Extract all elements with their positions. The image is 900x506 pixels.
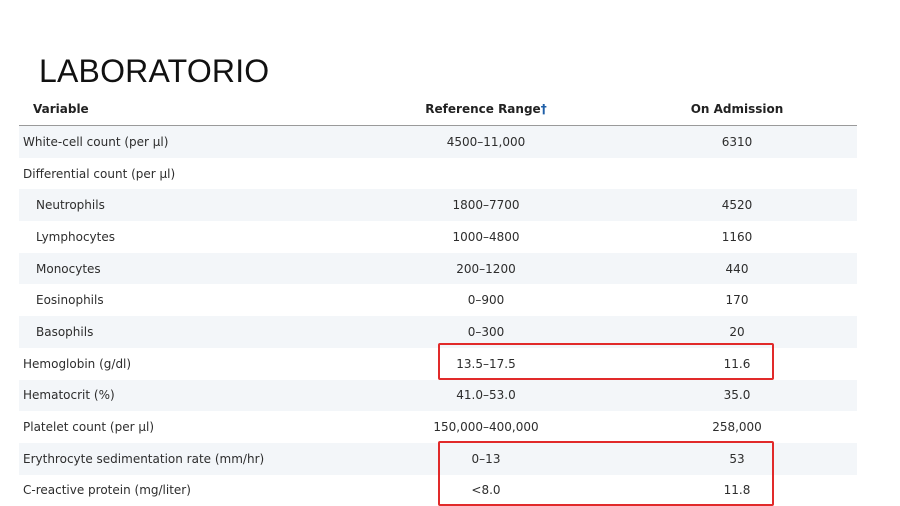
row-reference-range: <8.0 — [471, 483, 501, 498]
row-on-admission: 170 — [725, 293, 749, 308]
row-variable: Platelet count (per µl) — [23, 420, 154, 435]
table-row: Erythrocyte sedimentation rate (mm/hr) 0… — [19, 442, 857, 475]
row-variable: C-reactive protein (mg/liter) — [23, 483, 191, 498]
row-reference-range: 1000–4800 — [452, 229, 520, 244]
row-reference-range: 41.0–53.0 — [456, 388, 516, 403]
table-row: Differential count (per µl) — [19, 158, 857, 190]
row-reference-range: 200–1200 — [456, 261, 516, 276]
row-on-admission: 4520 — [721, 198, 753, 213]
row-on-admission: 258,000 — [712, 420, 762, 435]
row-on-admission: 1160 — [721, 229, 753, 244]
table-row: Neutrophils 1800–7700 4520 — [19, 189, 857, 222]
row-on-admission: 20 — [729, 324, 745, 339]
row-variable: Eosinophils — [36, 293, 104, 308]
row-variable: White-cell count (per µl) — [23, 134, 169, 149]
row-reference-range: 4500–11,000 — [446, 134, 526, 149]
table-row: Hemoglobin (g/dl) 13.5–17.5 11.6 — [19, 348, 857, 380]
dagger-footnote-mark: † — [540, 102, 547, 116]
table-row: Monocytes 200–1200 440 — [19, 252, 857, 285]
row-reference-range — [386, 158, 586, 190]
header-on-admission: On Admission — [690, 102, 784, 116]
table-row: Basophils 0–300 20 — [19, 316, 857, 348]
row-on-admission: 11.8 — [723, 483, 751, 498]
table-row: Platelet count (per µl) 150,000–400,000 … — [19, 411, 857, 443]
table-row: White-cell count (per µl) 4500–11,000 63… — [19, 126, 857, 158]
row-variable: Differential count (per µl) — [23, 166, 176, 181]
row-variable: Hematocrit (%) — [23, 388, 115, 403]
row-reference-range: 1800–7700 — [452, 198, 520, 213]
slide-title: LABORATORIO — [39, 53, 270, 89]
row-variable: Neutrophils — [36, 198, 105, 213]
table-row: Hematocrit (%) 41.0–53.0 35.0 — [19, 379, 857, 412]
row-variable: Lymphocytes — [36, 229, 115, 244]
header-reference-range: Reference Range † — [386, 93, 586, 125]
table-row: Eosinophils 0–900 170 — [19, 284, 857, 316]
row-variable: Hemoglobin (g/dl) — [23, 356, 132, 371]
row-reference-range: 0–300 — [467, 324, 505, 339]
row-reference-range: 13.5–17.5 — [456, 356, 516, 371]
row-reference-range: 0–13 — [471, 451, 501, 466]
table-row: Lymphocytes 1000–4800 1160 — [19, 221, 857, 253]
row-reference-range: 150,000–400,000 — [433, 420, 539, 435]
header-variable: Variable — [33, 102, 89, 116]
row-on-admission: 6310 — [721, 134, 753, 149]
row-variable: Basophils — [36, 324, 94, 339]
row-reference-range: 0–900 — [467, 293, 505, 308]
lab-values-table: Variable Reference Range † On Admission W… — [19, 93, 857, 506]
row-on-admission: 53 — [729, 451, 745, 466]
row-on-admission: 35.0 — [723, 388, 751, 403]
row-on-admission: 11.6 — [723, 356, 751, 371]
table-row: C-reactive protein (mg/liter) <8.0 11.8 — [19, 475, 857, 506]
row-on-admission: 440 — [725, 261, 749, 276]
row-on-admission — [637, 158, 837, 190]
row-variable: Monocytes — [36, 261, 101, 276]
header-reference-label: Reference Range — [425, 102, 541, 116]
table-header: Variable Reference Range † On Admission — [19, 93, 857, 126]
row-variable: Erythrocyte sedimentation rate (mm/hr) — [23, 451, 265, 466]
